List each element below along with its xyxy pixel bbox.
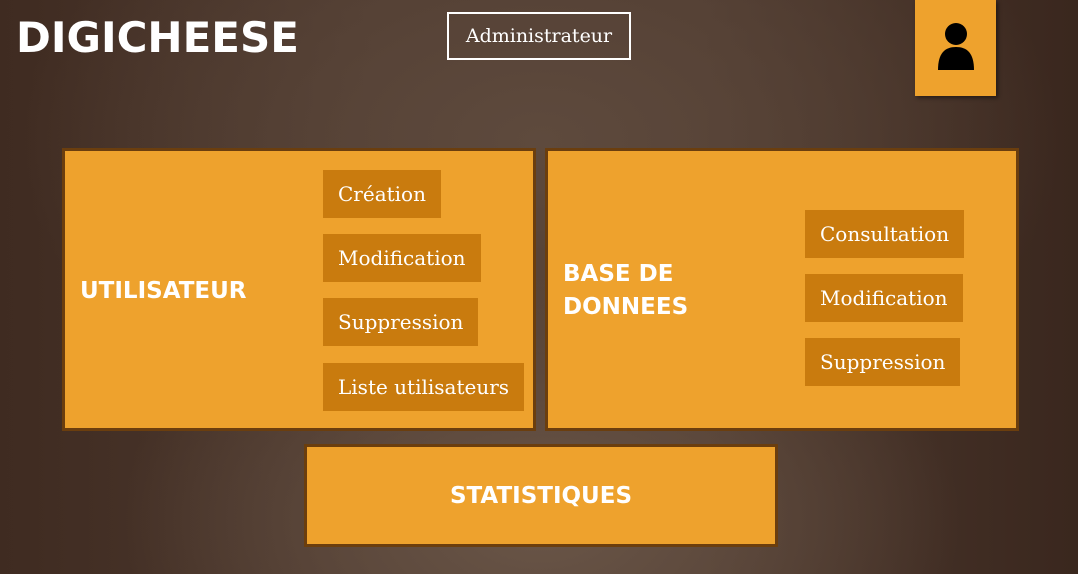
users-panel: UTILISATEUR Création Modification Suppre…: [62, 148, 536, 431]
database-panel-title: BASE DE DONNEES: [563, 261, 689, 320]
statistics-button[interactable]: STATISTIQUES: [304, 444, 778, 547]
user-account-button[interactable]: [915, 0, 996, 96]
user-delete-button[interactable]: Suppression: [323, 298, 479, 346]
db-modify-button[interactable]: Modification: [805, 274, 963, 322]
user-list-button[interactable]: Liste utilisateurs: [323, 363, 525, 411]
role-badge: Administrateur: [447, 12, 631, 60]
app-title: DIGICHEESE: [16, 13, 299, 62]
statistics-label: STATISTIQUES: [449, 482, 633, 509]
user-account-icon: [937, 23, 974, 70]
users-panel-title: UTILISATEUR: [80, 278, 247, 304]
db-consult-button[interactable]: Consultation: [805, 210, 965, 258]
user-modify-button[interactable]: Modification: [323, 234, 481, 282]
database-panel: BASE DE DONNEES Consultation Modificatio…: [545, 148, 1019, 431]
user-create-button[interactable]: Création: [323, 170, 441, 218]
db-delete-button[interactable]: Suppression: [805, 338, 961, 386]
